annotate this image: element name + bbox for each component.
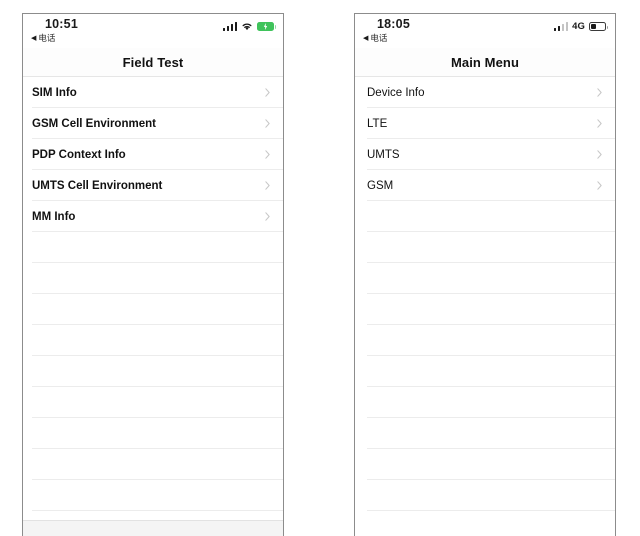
wifi-icon	[242, 23, 252, 31]
chevron-right-icon	[597, 88, 602, 97]
navigation-bar: Field Test	[23, 48, 283, 77]
empty-list-row	[23, 263, 283, 294]
battery-fill	[591, 24, 597, 29]
empty-list-row	[23, 387, 283, 418]
list-item[interactable]: Device Info	[355, 77, 615, 108]
phone-screen-field-test: 10:51 ◀ 电话 Field Test SIM Info GSM Cell …	[22, 13, 284, 536]
status-time: 18:05	[377, 17, 410, 31]
chevron-right-icon	[597, 150, 602, 159]
list-item-label: UMTS Cell Environment	[32, 179, 163, 192]
list-item[interactable]: PDP Context Info	[23, 139, 283, 170]
back-to-phone-indicator[interactable]: ◀ 电话	[363, 32, 387, 44]
bottom-bar	[23, 520, 283, 536]
back-arrow-icon: ◀	[31, 34, 37, 42]
empty-list-row	[355, 418, 615, 449]
empty-list-row	[23, 418, 283, 449]
list-item[interactable]: MM Info	[23, 201, 283, 232]
empty-list-row	[23, 511, 283, 520]
list-item-label: UMTS	[367, 148, 400, 161]
chevron-right-icon	[597, 119, 602, 128]
navigation-bar: Main Menu	[355, 48, 615, 77]
cellular-signal-icon	[553, 22, 569, 31]
cellular-signal-icon	[222, 21, 237, 31]
phone-screen-main-menu: 18:05 ◀ 电话 4G Main Menu Device Info LTE …	[354, 13, 616, 536]
empty-list-row	[355, 449, 615, 480]
network-type-label: 4G	[572, 21, 585, 32]
list-item-label: LTE	[367, 117, 388, 130]
list-item-label: GSM	[367, 179, 394, 192]
empty-list-row	[23, 480, 283, 511]
list-item[interactable]: GSM Cell Environment	[23, 108, 283, 139]
list-item[interactable]: LTE	[355, 108, 615, 139]
empty-list-row	[23, 232, 283, 263]
chevron-right-icon	[265, 212, 270, 221]
list-item-label: MM Info	[32, 210, 76, 223]
back-app-label: 电话	[38, 33, 56, 43]
menu-list-main-menu[interactable]: Device Info LTE UMTS GSM	[355, 77, 615, 536]
chevron-right-icon	[265, 181, 270, 190]
empty-list-row	[355, 511, 615, 536]
empty-list-row	[355, 387, 615, 418]
chevron-right-icon	[265, 119, 270, 128]
list-item[interactable]: UMTS Cell Environment	[23, 170, 283, 201]
list-item[interactable]: SIM Info	[23, 77, 283, 108]
empty-list-row	[355, 480, 615, 511]
page-title: Field Test	[122, 54, 184, 70]
empty-list-row	[23, 449, 283, 480]
empty-list-row	[23, 356, 283, 387]
empty-list-row	[355, 232, 615, 263]
chevron-right-icon	[265, 150, 270, 159]
list-item-label: Device Info	[367, 86, 425, 99]
list-item-label: SIM Info	[32, 86, 77, 99]
list-item[interactable]: UMTS	[355, 139, 615, 170]
back-arrow-icon: ◀	[363, 34, 369, 42]
empty-list-row	[355, 201, 615, 232]
chevron-right-icon	[265, 88, 270, 97]
list-item[interactable]: GSM	[355, 170, 615, 201]
empty-list-row	[355, 356, 615, 387]
status-bar: 10:51 ◀ 电话	[23, 14, 283, 48]
screenshot-canvas: 10:51 ◀ 电话 Field Test SIM Info GSM Cell …	[0, 0, 640, 536]
menu-list-field-test[interactable]: SIM Info GSM Cell Environment PDP Contex…	[23, 77, 283, 520]
page-title: Main Menu	[450, 54, 520, 70]
status-indicators	[222, 21, 276, 31]
back-to-phone-indicator[interactable]: ◀ 电话	[31, 32, 55, 44]
chevron-right-icon	[597, 181, 602, 190]
empty-list-row	[355, 263, 615, 294]
empty-list-row	[23, 325, 283, 356]
status-indicators: 4G	[553, 21, 608, 32]
status-time: 10:51	[45, 17, 78, 31]
charging-bolt-icon	[263, 22, 268, 30]
back-app-label: 电话	[370, 33, 388, 43]
list-item-label: PDP Context Info	[32, 148, 126, 161]
empty-list-row	[23, 294, 283, 325]
battery-charging-icon	[257, 21, 276, 31]
list-item-label: GSM Cell Environment	[32, 117, 156, 130]
empty-list-row	[355, 325, 615, 356]
empty-list-row	[355, 294, 615, 325]
status-bar: 18:05 ◀ 电话 4G	[355, 14, 615, 48]
battery-icon	[589, 22, 608, 31]
